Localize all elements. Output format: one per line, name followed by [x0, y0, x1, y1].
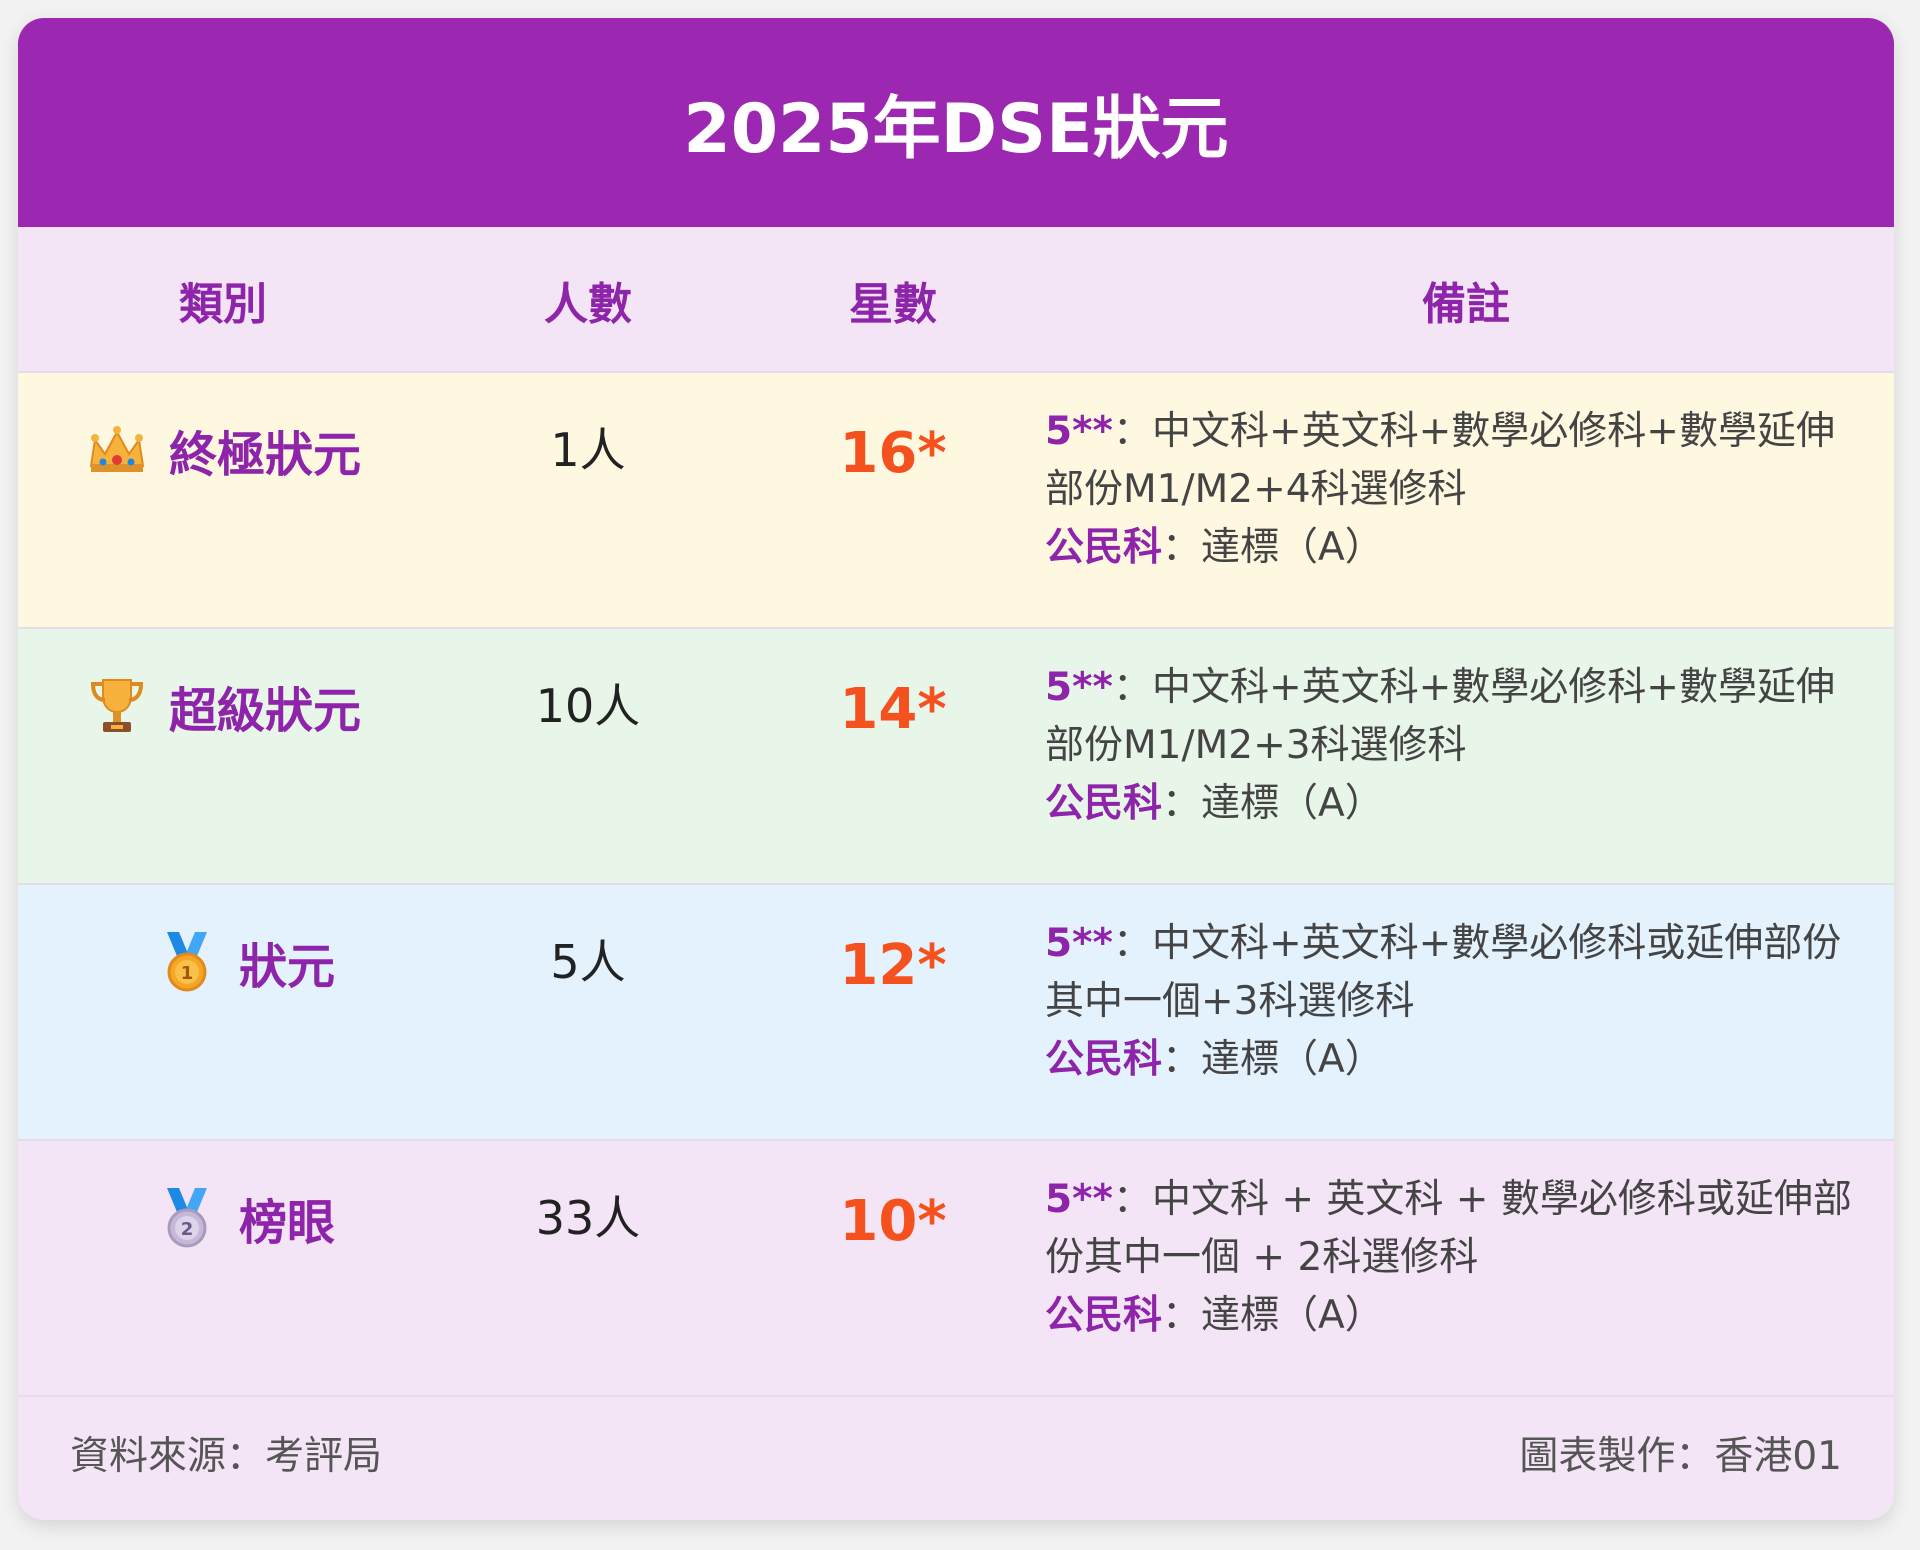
- remarks-cell: 5**：中文科+英文科+數學必修科或延伸部份其中一個+3科選修科 公民科：達標（…: [1045, 915, 1865, 1089]
- header-category: 類別: [179, 279, 267, 330]
- svg-text:1: 1: [181, 963, 194, 984]
- data-source: 資料來源：考評局: [70, 1434, 383, 1479]
- remark-text: ：達標（A）: [1162, 781, 1384, 826]
- count-cell: 5人: [550, 935, 626, 989]
- crown-icon: [85, 418, 149, 482]
- count-cell: 33人: [535, 1191, 641, 1245]
- silver-medal-icon: 2: [155, 1186, 219, 1250]
- category-label: 榜眼: [238, 1195, 335, 1251]
- remark-key: 公民科: [1045, 525, 1163, 570]
- count-cell: 10人: [535, 679, 641, 733]
- stars-cell: 10*: [839, 1189, 947, 1254]
- remarks-cell: 5**：中文科+英文科+數學必修科+數學延伸部份M1/M2+3科選修科 公民科：…: [1045, 659, 1865, 833]
- remark-key: 公民科: [1045, 1293, 1163, 1338]
- remarks-cell: 5**：中文科+英文科+數學必修科+數學延伸部份M1/M2+4科選修科 公民科：…: [1045, 403, 1865, 577]
- stars-cell: 14*: [839, 677, 947, 742]
- header-stars: 星數: [849, 279, 937, 330]
- category-label: 狀元: [238, 939, 335, 995]
- title-bar: 2025年DSE狀元: [18, 18, 1894, 227]
- footer: 資料來源：考評局 圖表製作：香港01: [18, 1397, 1894, 1517]
- page-title: 2025年DSE狀元: [683, 90, 1229, 169]
- remark-text: ：中文科+英文科+數學必修科+數學延伸部份M1/M2+4科選修科: [1045, 409, 1835, 512]
- remark-key: 5**: [1045, 409, 1113, 454]
- stars-cell: 12*: [839, 933, 947, 998]
- remark-text: ：達標（A）: [1162, 525, 1384, 570]
- category-cell: 終極狀元: [18, 415, 428, 485]
- table-row: 2 榜眼 33人 10* 5**：中文科 + 英文科 + 數學必修科或延伸部份其…: [18, 1141, 1894, 1397]
- remark-text: ：中文科+英文科+數學必修科或延伸部份其中一個+3科選修科: [1045, 921, 1842, 1024]
- dse-top-scorers-card: 2025年DSE狀元 類別 人數 星數 備註 終極狀元 1人 16* 5**：中…: [18, 18, 1894, 1520]
- category-label: 終極狀元: [168, 427, 361, 483]
- table-row: 超級狀元 10人 14* 5**：中文科+英文科+數學必修科+數學延伸部份M1/…: [18, 629, 1894, 885]
- remark-key: 公民科: [1045, 781, 1163, 826]
- remark-text: ：中文科 + 英文科 + 數學必修科或延伸部份其中一個 + 2科選修科: [1045, 1177, 1852, 1280]
- table-header: 類別 人數 星數 備註: [18, 227, 1894, 373]
- category-cell: 1 狀元: [18, 927, 428, 997]
- remark-key: 5**: [1045, 921, 1113, 966]
- remark-key: 5**: [1045, 1177, 1113, 1222]
- category-cell: 超級狀元: [18, 671, 428, 741]
- chart-credit: 圖表製作：香港01: [1519, 1434, 1842, 1479]
- remark-key: 5**: [1045, 665, 1113, 710]
- category-label: 超級狀元: [168, 683, 361, 739]
- remark-text: ：中文科+英文科+數學必修科+數學延伸部份M1/M2+3科選修科: [1045, 665, 1835, 768]
- header-remarks: 備註: [1422, 279, 1510, 330]
- remark-key: 公民科: [1045, 1037, 1163, 1082]
- stars-cell: 16*: [839, 421, 947, 486]
- table-row: 1 狀元 5人 12* 5**：中文科+英文科+數學必修科或延伸部份其中一個+3…: [18, 885, 1894, 1141]
- category-cell: 2 榜眼: [18, 1183, 428, 1253]
- remark-text: ：達標（A）: [1162, 1293, 1384, 1338]
- svg-text:2: 2: [181, 1219, 194, 1240]
- table-row: 終極狀元 1人 16* 5**：中文科+英文科+數學必修科+數學延伸部份M1/M…: [18, 373, 1894, 629]
- remarks-cell: 5**：中文科 + 英文科 + 數學必修科或延伸部份其中一個 + 2科選修科 公…: [1045, 1171, 1865, 1345]
- header-count: 人數: [544, 279, 632, 330]
- trophy-icon: [85, 674, 149, 738]
- remark-text: ：達標（A）: [1162, 1037, 1384, 1082]
- gold-medal-icon: 1: [155, 930, 219, 994]
- count-cell: 1人: [550, 423, 626, 477]
